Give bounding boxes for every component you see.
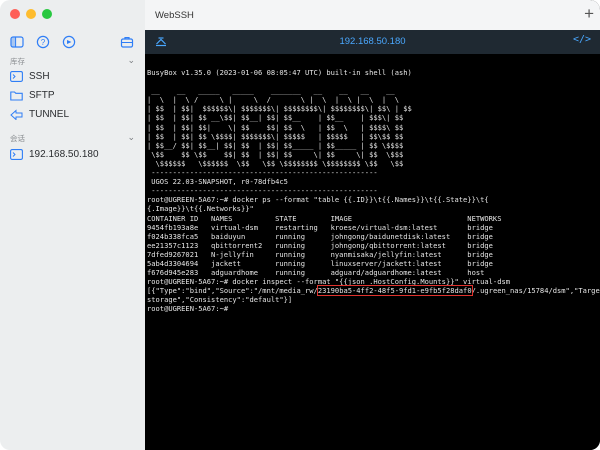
sidebar-item-label: 192.168.50.180 <box>29 148 99 160</box>
code-view-button[interactable]: </> <box>573 34 591 45</box>
terminal-line: ----------------------------------------… <box>147 186 378 196</box>
terminal-line: \$$$$$$ \$$$$$$ \$$ \$$ \$$$$$$$$ \$$$$$… <box>147 158 404 168</box>
terminal-line: UGOS 22.03-SNAPSHOT, r0-78dfb4c5 <box>147 177 288 187</box>
highlighted-uuid: 23190ba5-4ff2-48f5-9fd1-e9fb5f28daf0 <box>316 285 473 297</box>
terminal-line: | $$ | $$| $$| \| $$ $$| $$ \ | $$ \ | $… <box>147 122 404 132</box>
new-tab-button[interactable]: + <box>584 4 594 24</box>
terminal-line: f024b338fca5 baiduyun running johngong/b… <box>147 231 493 241</box>
chevron-down-icon[interactable]: ⌄ <box>127 132 135 143</box>
terminal-line: 7dfed9267021 N-jellyfin running nyanmisa… <box>147 249 493 259</box>
zoom-window-button[interactable] <box>42 9 52 19</box>
section-library-label: 库存 <box>10 57 25 66</box>
sidebar-item-tunnel[interactable]: TUNNEL <box>10 105 137 123</box>
terminal-line: __ __ _____ _____ _______ __ __ __ __ <box>147 86 395 96</box>
terminal-icon <box>10 70 23 82</box>
session-host[interactable]: 192.168.50.180 <box>145 36 600 47</box>
sidebar: ? 库存 ⌄ SSH SFTP TUNNEL 会话 ⌄ 192.168.50.1… <box>0 0 146 450</box>
chevron-down-icon[interactable]: ⌄ <box>127 55 135 66</box>
folder-icon <box>10 90 23 101</box>
sidebar-item-label: SFTP <box>29 89 55 101</box>
window-controls <box>10 9 52 19</box>
mount-suffix: /.ugreen_nas/15784/dsm","Target":"/ <box>471 286 600 296</box>
terminal-icon <box>10 148 23 160</box>
sidebar-item-sftp[interactable]: SFTP <box>10 86 137 104</box>
terminal-line: 5ab4d3304694 jackett running linuxserver… <box>147 258 493 268</box>
mount-prefix: [{"Type":"bind","Source":"/mnt/media_rw/ <box>147 286 318 296</box>
terminal-line: 9454fb193a8e virtual-dsm restarting kroe… <box>147 222 493 232</box>
compass-icon[interactable] <box>62 35 76 49</box>
terminal-prompt: root@UGREEN-5A67:~# <box>147 304 229 314</box>
window-titlebar: WebSSH + <box>145 0 600 31</box>
sidebar-item-session[interactable]: 192.168.50.180 <box>10 145 137 163</box>
terminal-lines: BusyBox v1.35.0 (2023-01-06 08:05:47 UTC… <box>147 68 600 286</box>
sidebar-toolbar: ? <box>10 35 137 51</box>
svg-text:?: ? <box>41 38 46 47</box>
terminal-line: | $$ | $$| $$ \$$$$| $$$$$$$\| $$$$$ | $… <box>147 131 404 141</box>
terminal-line: | $$ | $$| $$$$$$\| $$$$$$$\| $$$$$$$$\|… <box>147 104 412 114</box>
terminal-line-mount: [{"Type":"bind","Source":"/mnt/media_rw/… <box>147 285 600 297</box>
tunnel-icon <box>10 108 23 120</box>
terminal-line: ee21357c1123 qbittorrent2 running johngo… <box>147 240 493 250</box>
window-title: WebSSH <box>155 10 194 21</box>
sidebar-toggle-icon[interactable] <box>10 35 24 49</box>
close-window-button[interactable] <box>10 9 20 19</box>
minimize-window-button[interactable] <box>26 9 36 19</box>
briefcase-icon[interactable] <box>120 35 134 49</box>
terminal-line: | \ | \ / \ | \ / \ | \ | \ | \ | \ <box>147 95 399 105</box>
terminal-line: {.Image}}\t{{.Networks}}" <box>147 204 254 214</box>
terminal-line: ----------------------------------------… <box>147 168 378 178</box>
terminal-line: storage","Consistency":"default"}] <box>147 295 293 305</box>
terminal-line: root@UGREEN-5A67:~# docker inspect --for… <box>147 277 511 287</box>
sidebar-item-ssh[interactable]: SSH <box>10 67 137 85</box>
terminal-output[interactable]: BusyBox v1.35.0 (2023-01-06 08:05:47 UTC… <box>145 54 600 450</box>
terminal-line: root@UGREEN-5A67:~# docker ps --format "… <box>147 195 489 205</box>
terminal-line: f676d945e283 adguardhome running adguard… <box>147 268 485 278</box>
sidebar-item-label: TUNNEL <box>29 108 70 120</box>
help-icon[interactable]: ? <box>36 35 50 49</box>
terminal-line: BusyBox v1.35.0 (2023-01-06 08:05:47 UTC… <box>147 68 412 77</box>
sidebar-item-label: SSH <box>29 70 50 82</box>
terminal-line: | $$__/ $$| $$__| $$| $$ | $$| $$_____ |… <box>147 140 404 150</box>
section-sessions-label: 会话 <box>10 134 25 143</box>
terminal-line: | $$ | $$| $$ __\$$| $$__| $$| $$__ | $$… <box>147 113 404 123</box>
main-panel: WebSSH + 192.168.50.180 </> BusyBox v1.3… <box>145 0 600 450</box>
terminal-line: \$$ $$ \$$ $$| $$ | $$| $$ \| $$ \| $$ \… <box>147 149 404 159</box>
session-tabbar: 192.168.50.180 </> <box>145 30 600 54</box>
terminal-line: CONTAINER ID NAMES STATE IMAGE NETWORKS <box>147 213 502 223</box>
app-window: ? 库存 ⌄ SSH SFTP TUNNEL 会话 ⌄ 192.168.50.1… <box>0 0 600 450</box>
